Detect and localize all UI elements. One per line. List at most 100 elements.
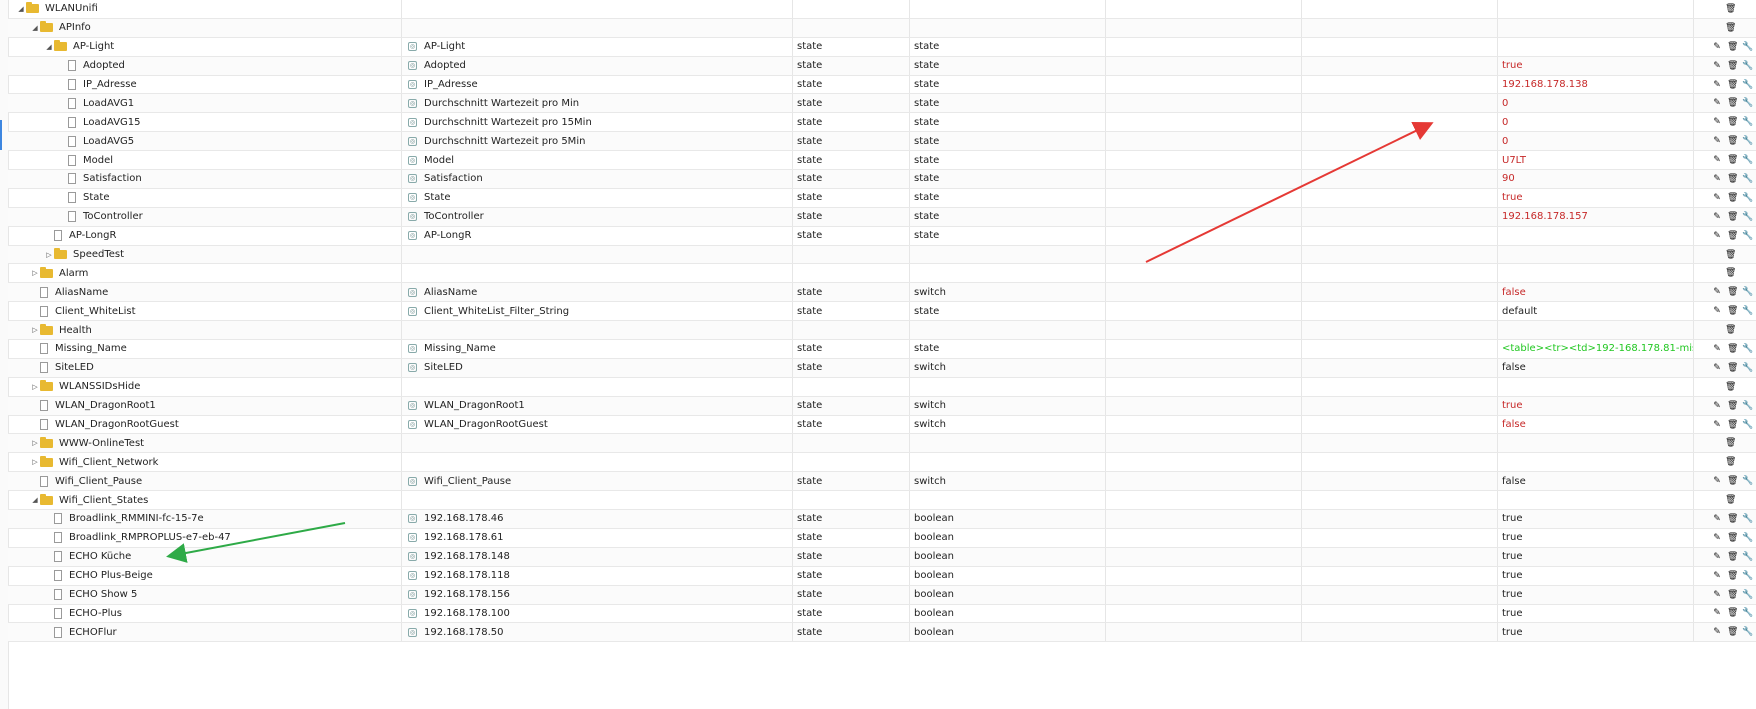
value-cell[interactable] <box>1498 226 1694 245</box>
pencil-icon[interactable]: ✎ <box>1712 552 1722 562</box>
value-cell[interactable]: true <box>1498 566 1694 585</box>
tree-row-tocontroller[interactable]: ToController ◎ ToController state state 192.1… <box>8 207 1756 227</box>
trash-icon[interactable]: 🗑 <box>1727 552 1738 562</box>
trash-icon[interactable]: 🗑 <box>1725 325 1736 335</box>
wrench-icon[interactable]: 🔧 <box>1742 155 1753 165</box>
trash-icon[interactable]: 🗑 <box>1725 438 1736 448</box>
trash-icon[interactable]: 🗑 <box>1727 80 1738 90</box>
tree-row-model[interactable]: Model ◎ Model state state U7LT ✎ 🗑 🔧 <box>8 151 1756 171</box>
expand-toggle-icon[interactable]: ◢ <box>30 24 40 32</box>
trash-icon[interactable]: 🗑 <box>1727 514 1738 524</box>
wrench-icon[interactable]: 🔧 <box>1742 401 1753 411</box>
wrench-icon[interactable]: 🔧 <box>1742 420 1753 430</box>
pencil-icon[interactable]: ✎ <box>1712 590 1722 600</box>
trash-icon[interactable]: 🗑 <box>1727 420 1738 430</box>
value-cell[interactable]: false <box>1498 472 1694 491</box>
wrench-icon[interactable]: 🔧 <box>1742 193 1753 203</box>
value-cell[interactable]: true <box>1498 585 1694 604</box>
trash-icon[interactable]: 🗑 <box>1727 136 1738 146</box>
pencil-icon[interactable]: ✎ <box>1712 80 1722 90</box>
trash-icon[interactable]: 🗑 <box>1727 627 1738 637</box>
pencil-icon[interactable]: ✎ <box>1712 174 1722 184</box>
tree-row-echo-k-che[interactable]: ECHO Küche ◎ 192.168.178.148 state boolean tr… <box>8 547 1756 567</box>
pencil-icon[interactable]: ✎ <box>1712 476 1722 486</box>
tree-row-client-whitelist[interactable]: Client_WhiteList ◎ Client_WhiteList_Filter… <box>8 302 1756 322</box>
trash-icon[interactable]: 🗑 <box>1727 61 1738 71</box>
wrench-icon[interactable]: 🔧 <box>1742 117 1753 127</box>
wrench-icon[interactable]: 🔧 <box>1742 42 1753 52</box>
pencil-icon[interactable]: ✎ <box>1712 98 1722 108</box>
wrench-icon[interactable]: 🔧 <box>1742 174 1753 184</box>
tree-row-loadavg1[interactable]: LoadAVG1 ◎ Durchschnitt Wartezeit pro Min s… <box>8 94 1756 114</box>
wrench-icon[interactable]: 🔧 <box>1742 571 1753 581</box>
value-cell[interactable] <box>1498 245 1694 264</box>
trash-icon[interactable]: 🗑 <box>1727 571 1738 581</box>
value-cell[interactable]: 0 <box>1498 132 1694 151</box>
pencil-icon[interactable]: ✎ <box>1712 571 1722 581</box>
pencil-icon[interactable]: ✎ <box>1712 193 1722 203</box>
tree-row-speedtest[interactable]: ▷ SpeedTest 🗑 <box>8 245 1756 265</box>
pencil-icon[interactable]: ✎ <box>1712 117 1722 127</box>
trash-icon[interactable]: 🗑 <box>1727 155 1738 165</box>
trash-icon[interactable]: 🗑 <box>1727 193 1738 203</box>
tree-row-state[interactable]: State ◎ State state state true ✎ 🗑 🔧 <box>8 188 1756 208</box>
wrench-icon[interactable]: 🔧 <box>1742 608 1753 618</box>
wrench-icon[interactable]: 🔧 <box>1742 231 1753 241</box>
tree-row-echo-show-5[interactable]: ECHO Show 5 ◎ 192.168.178.156 state boolean t… <box>8 585 1756 605</box>
expand-toggle-icon[interactable]: ▷ <box>30 269 40 277</box>
wrench-icon[interactable]: 🔧 <box>1742 627 1753 637</box>
value-cell[interactable]: 192.168.178.157 <box>1498 207 1694 226</box>
expand-toggle-icon[interactable]: ▷ <box>30 458 40 466</box>
trash-icon[interactable]: 🗑 <box>1727 363 1738 373</box>
value-cell[interactable]: true <box>1498 510 1694 528</box>
trash-icon[interactable]: 🗑 <box>1725 23 1736 33</box>
expand-toggle-icon[interactable]: ▷ <box>44 251 54 259</box>
value-cell[interactable]: false <box>1498 358 1694 377</box>
tree-row-health[interactable]: ▷ Health 🗑 <box>8 321 1756 341</box>
value-cell[interactable]: true <box>1498 396 1694 415</box>
trash-icon[interactable]: 🗑 <box>1725 250 1736 260</box>
pencil-icon[interactable]: ✎ <box>1712 363 1722 373</box>
tree-row-wlanssidshide[interactable]: ▷ WLANSSIDsHide 🗑 <box>8 377 1756 397</box>
value-cell[interactable]: false <box>1498 415 1694 434</box>
wrench-icon[interactable]: 🔧 <box>1742 344 1753 354</box>
tree-row-www-onlinetest[interactable]: ▷ WWW-OnlineTest 🗑 <box>8 434 1756 454</box>
wrench-icon[interactable]: 🔧 <box>1742 590 1753 600</box>
value-cell[interactable]: 90 <box>1498 170 1694 188</box>
pencil-icon[interactable]: ✎ <box>1712 608 1722 618</box>
wrench-icon[interactable]: 🔧 <box>1742 306 1753 316</box>
tree-row-apinfo[interactable]: ◢ APInfo 🗑 <box>8 18 1756 38</box>
tree-row-adopted[interactable]: Adopted ◎ Adopted state state true ✎ 🗑 🔧 <box>8 56 1756 76</box>
trash-icon[interactable]: 🗑 <box>1725 457 1736 467</box>
tree-row-wlanunifi[interactable]: ◢ WLANUnifi 🗑 <box>8 0 1756 19</box>
expand-toggle-icon[interactable]: ▷ <box>30 326 40 334</box>
expand-toggle-icon[interactable]: ▷ <box>30 383 40 391</box>
trash-icon[interactable]: 🗑 <box>1727 117 1738 127</box>
tree-row-loadavg15[interactable]: LoadAVG15 ◎ Durchschnitt Wartezeit pro 15M… <box>8 113 1756 133</box>
trash-icon[interactable]: 🗑 <box>1727 476 1738 486</box>
trash-icon[interactable]: 🗑 <box>1725 495 1736 505</box>
wrench-icon[interactable]: 🔧 <box>1742 61 1753 71</box>
tree-row-loadavg5[interactable]: LoadAVG5 ◎ Durchschnitt Wartezeit pro 5Min… <box>8 132 1756 152</box>
tree-row-missing-name[interactable]: Missing_Name ◎ Missing_Name state state <tabl… <box>8 340 1756 359</box>
trash-icon[interactable]: 🗑 <box>1725 268 1736 278</box>
tree-row-echo-plus[interactable]: ECHO-Plus ◎ 192.168.178.100 state boolean tru… <box>8 604 1756 624</box>
expand-toggle-icon[interactable]: ◢ <box>16 5 26 13</box>
tree-row-siteled[interactable]: SiteLED ◎ SiteLED state switch false ✎ 🗑 🔧 <box>8 358 1756 378</box>
wrench-icon[interactable]: 🔧 <box>1742 136 1753 146</box>
value-cell[interactable]: true <box>1498 604 1694 623</box>
tree-row-wifi-client-states[interactable]: ◢ Wifi_Client_States 🗑 <box>8 491 1756 511</box>
pencil-icon[interactable]: ✎ <box>1712 231 1722 241</box>
tree-row-echoflur[interactable]: ECHOFlur ◎ 192.168.178.50 state boolean true ✎… <box>8 623 1756 643</box>
pencil-icon[interactable]: ✎ <box>1712 420 1722 430</box>
value-cell[interactable] <box>1498 491 1694 510</box>
wrench-icon[interactable]: 🔧 <box>1742 476 1753 486</box>
pencil-icon[interactable]: ✎ <box>1712 627 1722 637</box>
tree-row-ap-longr[interactable]: AP-LongR ◎ AP-LongR state state ✎ 🗑 🔧 <box>8 226 1756 246</box>
trash-icon[interactable]: 🗑 <box>1727 42 1738 52</box>
value-cell[interactable] <box>1498 264 1694 283</box>
pencil-icon[interactable]: ✎ <box>1712 136 1722 146</box>
pencil-icon[interactable]: ✎ <box>1712 212 1722 222</box>
trash-icon[interactable]: 🗑 <box>1727 533 1738 543</box>
value-cell[interactable]: true <box>1498 56 1694 75</box>
